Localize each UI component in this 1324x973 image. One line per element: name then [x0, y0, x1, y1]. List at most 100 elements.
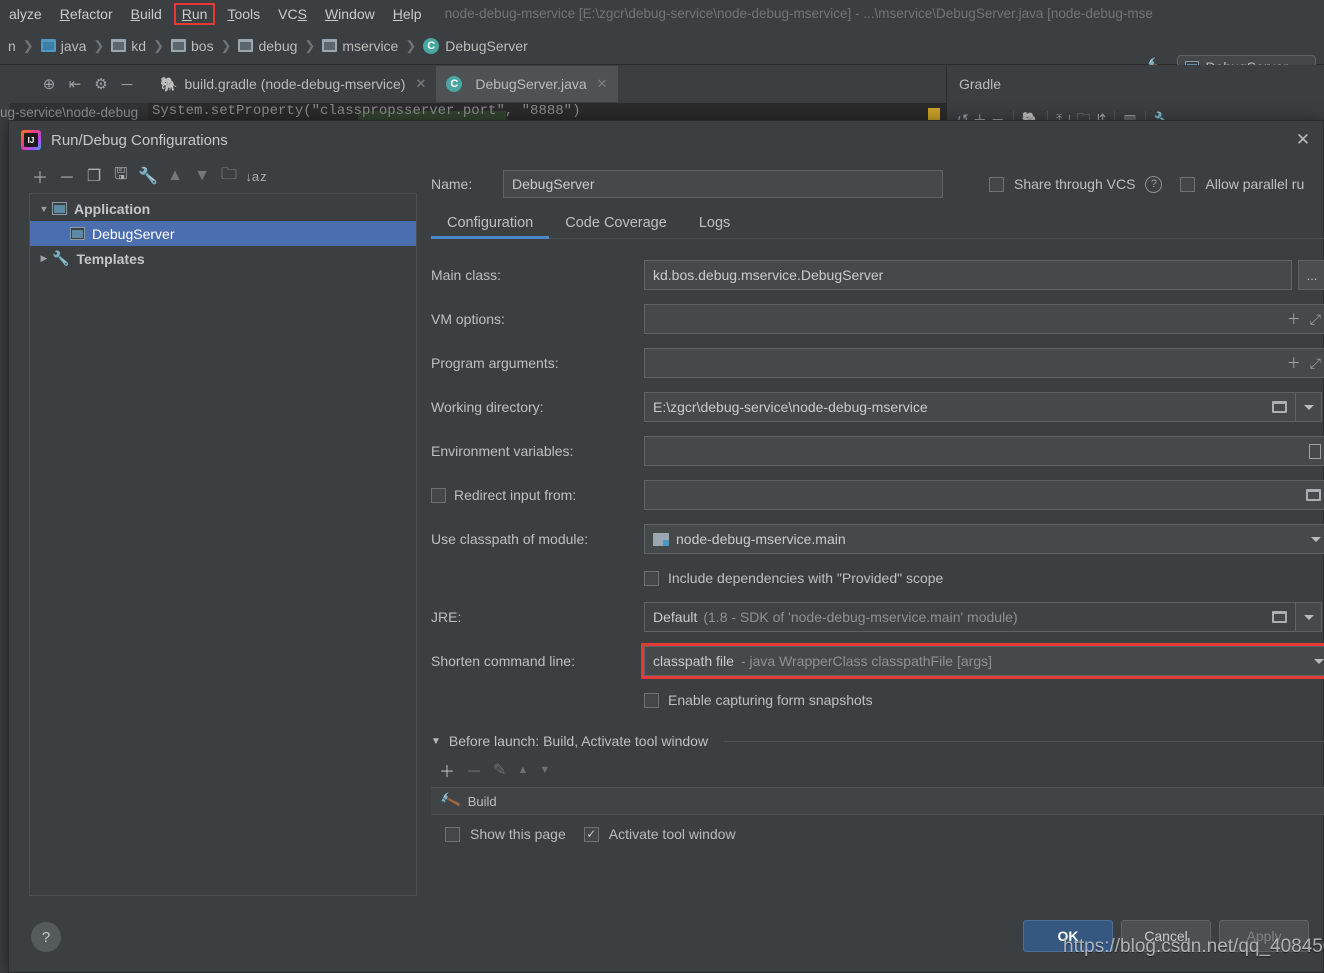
show-this-page-checkbox[interactable] — [445, 826, 460, 842]
move-task-up-button[interactable]: ▲ — [517, 764, 528, 776]
configurations-pane: ＋ － ❐ 🖫 🔧 ▲ ▼ 🗀 ↓a z ▼ Application Debug… — [9, 159, 417, 927]
close-icon[interactable]: ✕ — [1293, 130, 1313, 150]
chevron-down-icon[interactable]: ▼ — [431, 736, 441, 747]
list-icon[interactable] — [1309, 443, 1321, 459]
edit-task-button[interactable]: ✎ — [493, 760, 506, 780]
hide-icon[interactable]: － — [114, 71, 140, 97]
menu-item-help[interactable]: Help — [384, 4, 431, 24]
divider — [724, 740, 1324, 742]
enable-form-snapshots-row: Enable capturing form snapshots — [431, 683, 1324, 717]
new-folder-button[interactable]: 🗀 — [218, 165, 240, 187]
spacer-icon: ▼ — [36, 229, 52, 239]
breadcrumb-item-java[interactable]: java — [40, 38, 86, 54]
include-provided-checkbox[interactable] — [644, 570, 659, 586]
class-icon: C — [423, 37, 440, 54]
folder-icon[interactable] — [1272, 401, 1287, 413]
tree-node-label: Application — [74, 200, 151, 217]
help-icon[interactable]: ? — [1145, 175, 1163, 193]
chevron-down-icon[interactable]: ▼ — [36, 204, 52, 214]
configurations-tree[interactable]: ▼ Application ▼ DebugServer ▶ 🔧 Template… — [29, 193, 417, 896]
move-down-button[interactable]: ▼ — [191, 165, 213, 187]
breadcrumb-item-kd[interactable]: kd — [111, 38, 146, 54]
tab-configuration[interactable]: Configuration — [431, 209, 550, 239]
remove-configuration-button[interactable]: － — [56, 165, 78, 187]
editor-tab-build-gradle[interactable]: 🐘 build.gradle (node-debug-mservice) ✕ — [150, 66, 436, 102]
working-directory-dropdown[interactable] — [1296, 392, 1322, 422]
breadcrumb-item-debug[interactable]: debug — [238, 38, 297, 54]
use-classpath-of-module-select[interactable]: node-debug-mservice.main — [644, 524, 1324, 554]
enable-form-snapshots-checkbox[interactable] — [644, 692, 659, 708]
menu-item-analyze[interactable]: alyze — [0, 4, 51, 24]
sort-alphabetically-button[interactable]: ↓a z — [245, 165, 267, 187]
tab-logs[interactable]: Logs — [683, 209, 746, 238]
jre-dropdown[interactable] — [1296, 602, 1322, 632]
add-task-button[interactable]: ＋ — [439, 758, 455, 782]
tree-node-debugserver[interactable]: ▼ DebugServer — [30, 221, 416, 246]
configuration-tabs: Configuration Code Coverage Logs — [431, 205, 1324, 239]
menu-item-tools[interactable]: Tools — [218, 4, 269, 24]
redirect-input-path-input[interactable] — [644, 480, 1324, 510]
configuration-form: Main class: kd.bos.debug.mservice.DebugS… — [431, 239, 1324, 853]
copy-configuration-button[interactable]: ❐ — [83, 165, 105, 187]
gradle-panel-title: Gradle — [946, 65, 1324, 103]
redirect-input-label: Redirect input from: — [454, 487, 577, 503]
editor-tab-debugserver-java[interactable]: C DebugServer.java ✕ — [436, 66, 618, 102]
folder-icon[interactable] — [1306, 489, 1321, 501]
jre-input[interactable]: Default (1.8 - SDK of 'node-debug-mservi… — [644, 602, 1296, 632]
share-through-vcs-checkbox[interactable] — [989, 176, 1004, 192]
name-input[interactable]: DebugServer — [503, 170, 943, 198]
collapse-all-icon[interactable]: ⇤ — [62, 71, 88, 97]
main-class-input[interactable]: kd.bos.debug.mservice.DebugServer — [644, 260, 1292, 290]
menu-item-run[interactable]: Run — [173, 2, 216, 25]
gear-icon[interactable]: ⚙ — [88, 71, 114, 97]
expand-icon[interactable]: ⤢ — [1310, 311, 1321, 328]
insert-macro-icon[interactable]: ＋ — [1287, 309, 1301, 329]
tree-node-templates[interactable]: ▶ 🔧 Templates — [30, 246, 416, 271]
program-arguments-input[interactable]: ＋ ⤢ — [644, 348, 1324, 378]
share-through-vcs-label: Share through VCS — [1014, 176, 1136, 192]
breadcrumb-item-bos[interactable]: bos — [171, 38, 214, 54]
menu-item-window[interactable]: Window — [316, 4, 384, 24]
breadcrumb-item-mservice[interactable]: mservice — [322, 38, 398, 54]
vm-options-input[interactable]: ＋ ⤢ — [644, 304, 1324, 334]
enable-form-snapshots-label: Enable capturing form snapshots — [668, 692, 873, 708]
insert-macro-icon[interactable]: ＋ — [1287, 353, 1301, 373]
move-up-button[interactable]: ▲ — [164, 165, 186, 187]
before-launch-task-list[interactable]: 🔨 Build — [431, 787, 1324, 815]
ide-menubar: alyze Refactor Build Run Tools VCS Windo… — [0, 0, 1324, 27]
move-task-down-button[interactable]: ▼ — [539, 764, 550, 776]
main-class-value: kd.bos.debug.mservice.DebugServer — [653, 267, 884, 283]
main-class-browse-button[interactable]: ... — [1298, 260, 1324, 290]
menu-item-vcs[interactable]: VCS — [269, 4, 316, 24]
chevron-down-icon — [1303, 614, 1314, 620]
edit-templates-button[interactable]: 🔧 — [137, 165, 159, 187]
breadcrumb-item-n[interactable]: n — [8, 38, 16, 54]
expand-all-icon[interactable]: ⊕ — [36, 71, 62, 97]
tab-code-coverage[interactable]: Code Coverage — [549, 209, 683, 238]
help-button[interactable]: ? — [31, 922, 61, 952]
chevron-right-icon[interactable]: ▶ — [36, 253, 52, 264]
remove-task-button[interactable]: － — [466, 758, 482, 782]
working-directory-input[interactable]: E:\zgcr\debug-service\node-debug-mservic… — [644, 392, 1296, 422]
breadcrumb-item-debugserver[interactable]: C DebugServer — [423, 37, 528, 54]
menu-item-build[interactable]: Build — [122, 4, 171, 24]
tree-node-label: Templates — [76, 250, 145, 267]
add-configuration-button[interactable]: ＋ — [29, 165, 51, 187]
environment-variables-input[interactable] — [644, 436, 1324, 466]
before-launch-header[interactable]: ▼ Before launch: Build, Activate tool wi… — [431, 733, 1324, 749]
close-icon[interactable]: ✕ — [597, 76, 608, 92]
activate-tool-window-checkbox[interactable] — [583, 826, 599, 842]
close-icon[interactable]: ✕ — [415, 76, 426, 92]
redirect-input-checkbox[interactable] — [431, 487, 446, 503]
intellij-logo-icon — [21, 130, 41, 150]
expand-icon[interactable]: ⤢ — [1310, 355, 1321, 372]
configurations-toolbar: ＋ － ❐ 🖫 🔧 ▲ ▼ 🗀 ↓a z — [21, 159, 415, 193]
save-configuration-button[interactable]: 🖫 — [110, 165, 132, 187]
menu-item-refactor[interactable]: Refactor — [51, 4, 122, 24]
include-provided-label: Include dependencies with "Provided" sco… — [668, 570, 944, 586]
shorten-command-line-select[interactable]: classpath file - java WrapperClass class… — [641, 643, 1324, 679]
folder-icon[interactable] — [1272, 611, 1287, 623]
allow-parallel-run-checkbox[interactable] — [1180, 176, 1196, 192]
tree-node-application[interactable]: ▼ Application — [30, 196, 416, 221]
module-icon — [653, 532, 669, 546]
